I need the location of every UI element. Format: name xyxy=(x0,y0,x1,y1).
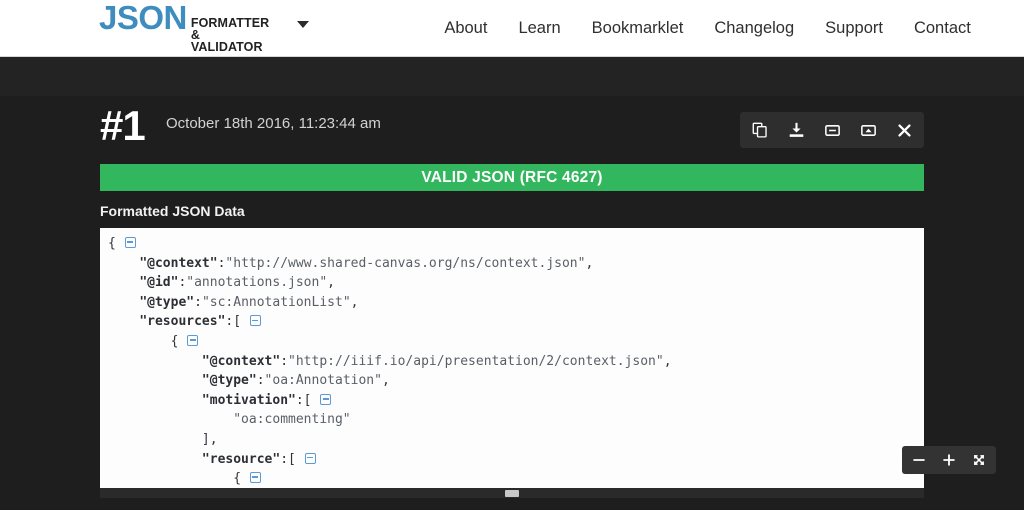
json-str: "oa:Annotation" xyxy=(264,373,382,389)
json-collapse-toggle[interactable] xyxy=(320,393,332,405)
json-line: { xyxy=(108,234,924,254)
json-str: "http://www.shared-canvas.org/ns/context… xyxy=(225,255,586,271)
nav-link-bookmarklet[interactable]: Bookmarklet xyxy=(592,19,684,38)
json-punc: : xyxy=(280,353,289,369)
zoom-out-button[interactable] xyxy=(906,448,932,472)
site-logo[interactable]: JSON FORMATTER & VALIDATOR xyxy=(99,1,269,55)
json-line: "oa:commenting" xyxy=(108,410,924,430)
json-collapse-toggle[interactable] xyxy=(249,472,261,484)
json-str: "oa:commenting" xyxy=(233,412,351,428)
json-punc: , xyxy=(350,294,359,310)
sub-header-band xyxy=(0,56,1024,96)
result-timestamp: October 18th 2016, 11:23:44 am xyxy=(166,115,381,132)
json-punc: :[ xyxy=(280,451,296,467)
json-line: "resource":[ xyxy=(108,450,924,470)
result-header: #1 October 18th 2016, 11:23:44 am xyxy=(100,102,924,154)
nav-link-contact[interactable]: Contact xyxy=(914,19,971,38)
logo-json-text: JSON xyxy=(99,0,187,36)
json-str: "http://iiif.io/api/presentation/2/conte… xyxy=(288,353,664,369)
json-key: "resources" xyxy=(139,314,226,330)
nav-link-support[interactable]: Support xyxy=(825,19,883,38)
json-line: "@type":"sc:AnnotationList", xyxy=(108,293,924,313)
nav-links: About Learn Bookmarklet Changelog Suppor… xyxy=(444,19,1024,38)
nav-link-about[interactable]: About xyxy=(444,19,487,38)
json-key: "@context" xyxy=(201,353,281,369)
json-punc: , xyxy=(327,275,335,291)
formatted-data-label: Formatted JSON Data xyxy=(100,203,245,219)
json-key: "resource" xyxy=(201,451,281,467)
json-punc: ], xyxy=(201,431,218,447)
panel-footer xyxy=(100,488,924,498)
json-key: "@type" xyxy=(139,294,195,310)
json-str: "annotations.json" xyxy=(186,275,328,291)
json-punc: :[ xyxy=(225,314,242,330)
json-punc: { xyxy=(108,236,116,251)
json-line: "@context":"http://iiif.io/api/presentat… xyxy=(108,352,924,372)
status-badge: VALID JSON (RFC 4627) xyxy=(100,164,924,191)
json-line: ], xyxy=(108,430,924,450)
chevron-down-icon[interactable] xyxy=(297,20,310,28)
json-punc: : xyxy=(256,373,265,389)
json-str: "sc:AnnotationList" xyxy=(201,294,351,310)
json-punc: , xyxy=(663,353,672,369)
json-key: "@type" xyxy=(201,373,257,389)
top-navigation-bar: JSON FORMATTER & VALIDATOR About Learn B… xyxy=(0,0,1024,56)
json-line: "resources":[ xyxy=(108,312,924,332)
fullscreen-button[interactable] xyxy=(966,448,992,472)
zoom-controls xyxy=(902,446,996,474)
zoom-in-button[interactable] xyxy=(936,448,962,472)
result-number: #1 xyxy=(100,102,146,149)
copy-icon[interactable] xyxy=(746,116,774,144)
nav-link-changelog[interactable]: Changelog xyxy=(714,19,794,38)
json-line: "@id":"annotations.json", xyxy=(108,273,924,293)
json-punc: { xyxy=(170,333,179,349)
json-collapse-toggle[interactable] xyxy=(124,237,136,248)
expand-all-icon[interactable] xyxy=(854,116,882,144)
json-punc: { xyxy=(233,471,242,487)
json-line: "@type":"oa:Annotation", xyxy=(108,371,924,391)
resize-handle[interactable] xyxy=(505,489,519,497)
json-line: { xyxy=(108,332,924,352)
nav-link-learn[interactable]: Learn xyxy=(518,19,560,38)
json-key: "@id" xyxy=(139,275,179,291)
json-punc: , xyxy=(381,373,390,389)
logo-subtitle-line1: FORMATTER xyxy=(190,16,270,30)
json-key: "@context" xyxy=(139,255,218,271)
download-icon[interactable] xyxy=(782,116,810,144)
logo-subtitle-line2: & VALIDATOR xyxy=(190,28,263,54)
json-collapse-toggle[interactable] xyxy=(249,315,261,327)
json-key: "motivation" xyxy=(201,392,296,408)
json-line: "@context":"http://www.shared-canvas.org… xyxy=(108,254,924,274)
result-toolbar xyxy=(740,112,924,148)
json-line: "motivation":[ xyxy=(108,391,924,411)
json-punc: :[ xyxy=(295,392,312,408)
json-punc: , xyxy=(585,255,594,271)
json-collapse-toggle[interactable] xyxy=(187,334,199,346)
logo-subtitle: FORMATTER & VALIDATOR xyxy=(190,16,270,54)
json-output-panel[interactable]: { "@context":"http://www.shared-canvas.o… xyxy=(100,228,924,492)
collapse-all-icon[interactable] xyxy=(818,116,846,144)
json-collapse-toggle[interactable] xyxy=(304,452,316,464)
close-icon[interactable] xyxy=(890,116,918,144)
json-code-view[interactable]: { "@context":"http://www.shared-canvas.o… xyxy=(100,228,924,492)
json-punc: : xyxy=(194,294,202,310)
json-line: { xyxy=(108,469,924,489)
